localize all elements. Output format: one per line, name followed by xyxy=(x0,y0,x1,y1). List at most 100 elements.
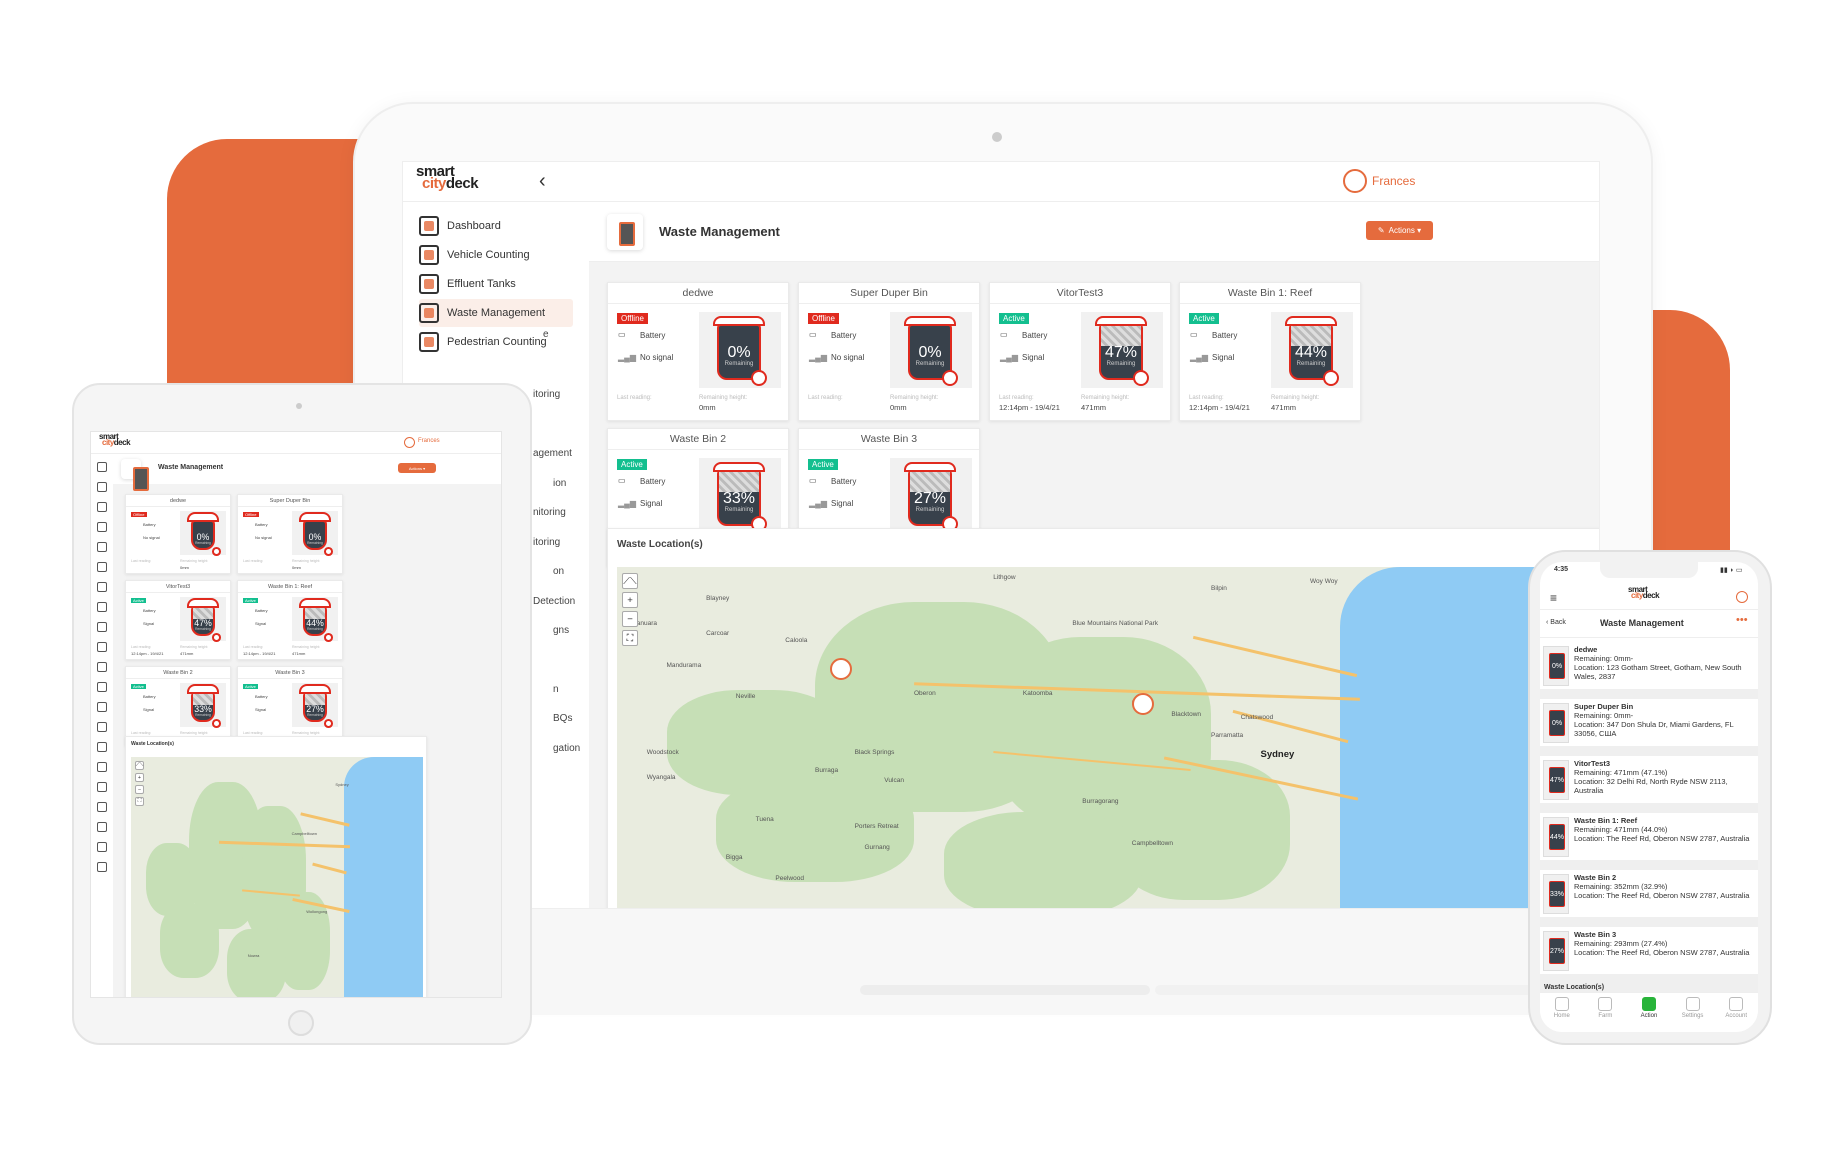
tablet-sidebar-icon[interactable] xyxy=(97,722,107,732)
sidebar-partial-label[interactable]: ion xyxy=(553,478,566,489)
collapse-sidebar-icon[interactable]: ‹ xyxy=(539,170,546,193)
more-icon[interactable]: ••• xyxy=(1736,614,1748,626)
phone-logo[interactable]: smart citydeck xyxy=(1628,586,1660,600)
tablet-sidebar-icon[interactable] xyxy=(97,462,107,472)
tablet-bin-card[interactable]: dedwe Offline Battery No signal 0% Remaining L… xyxy=(125,494,231,574)
bin-card[interactable]: Waste Bin 1: Reef Active ▭ Battery ▂▄▆ Signal… xyxy=(1179,282,1361,421)
tablet-map[interactable]: Sydney Campbelltown Wollongong Nowra ⟋⟍ + − ⛶ xyxy=(131,757,423,997)
tablet-sidebar-icon[interactable] xyxy=(97,782,107,792)
account-tab[interactable]: Account xyxy=(1714,993,1758,1032)
tablet-sidebar-icon[interactable] xyxy=(97,702,107,712)
bin-graphic: 27% Remaining xyxy=(904,462,958,532)
bin-card[interactable]: dedwe Offline ▭ Battery ▂▄▆ No signal 0% Remain… xyxy=(607,282,789,421)
tablet-bin-card[interactable]: Waste Bin 3 Active Battery Signal 27% Remaini… xyxy=(237,666,343,746)
sidebar-item-pedestrian-counting[interactable]: Pedestrian Counting xyxy=(419,328,573,356)
tablet-sidebar-icon[interactable] xyxy=(97,622,107,632)
action-tab[interactable]: Action xyxy=(1627,993,1671,1032)
sidebar-item-effluent-tanks[interactable]: Effluent Tanks xyxy=(419,270,573,298)
tablet-sidebar-icon[interactable] xyxy=(97,582,107,592)
sidebar-partial-label[interactable]: itoring xyxy=(533,537,560,548)
tablet-sidebar-icon[interactable] xyxy=(97,682,107,692)
tablet-bin-card[interactable]: VitorTest3 Active Battery Signal 47% Remainin… xyxy=(125,580,231,660)
tablet-sidebar-icon[interactable] xyxy=(97,642,107,652)
tablet-sidebar-icon[interactable] xyxy=(97,562,107,572)
people-icon xyxy=(419,332,439,352)
bin-card[interactable]: VitorTest3 Active ▭ Battery ▂▄▆ Signal 47% Rema… xyxy=(989,282,1171,421)
fullscreen-button[interactable]: ⛶ xyxy=(135,797,144,806)
tablet-sidebar-icon[interactable] xyxy=(97,742,107,752)
sidebar-partial-label[interactable]: nitoring xyxy=(533,507,566,518)
tablet-sidebar-icon[interactable] xyxy=(97,802,107,812)
sidebar-partial-label[interactable]: agement xyxy=(533,448,572,459)
tablet-sidebar-icon[interactable] xyxy=(97,842,107,852)
farm-tab[interactable]: Farm xyxy=(1584,993,1628,1032)
fullscreen-button[interactable]: ⛶ xyxy=(622,630,638,646)
car-icon xyxy=(419,245,439,265)
sidebar-partial-label[interactable]: Detection xyxy=(533,596,575,607)
bin-map-marker[interactable] xyxy=(829,658,852,680)
sidebar-partial-label[interactable]: n xyxy=(553,684,559,695)
tablet-logo[interactable]: smart citydeck xyxy=(99,433,131,447)
bin-remaining-label: Remaining xyxy=(724,506,754,513)
bin-card-title: Waste Bin 3 xyxy=(238,667,342,679)
tablet-user-icon[interactable] xyxy=(404,437,415,448)
tablet-sidebar-icon[interactable] xyxy=(97,482,107,492)
sidebar-partial-label[interactable]: on xyxy=(553,566,564,577)
tablet-sidebar-icon[interactable] xyxy=(97,602,107,612)
phone-bin-item[interactable]: 0% dedwe Remaining: 0mm- Location: 123 Goth… xyxy=(1540,642,1758,694)
phone-user-icon[interactable] xyxy=(1736,591,1748,603)
tablet-home-button[interactable] xyxy=(288,1010,314,1036)
phone-bin-item[interactable]: 0% Super Duper Bin Remaining: 0mm- Location… xyxy=(1540,699,1758,751)
sidebar-item-vehicle-counting[interactable]: Vehicle Counting xyxy=(419,241,573,269)
settings-tab[interactable]: Settings xyxy=(1671,993,1715,1032)
zoom-in-button[interactable]: + xyxy=(622,592,638,608)
phone-bin-item[interactable]: 47% VitorTest3 Remaining: 471mm (47.1%) Loc… xyxy=(1540,756,1758,808)
action-icon xyxy=(1641,997,1656,1011)
remaining-height-label: Remaining height: xyxy=(1271,395,1320,401)
waste-location-map[interactable]: Lithgow Bilpin Woy Woy Blayney Caloola Blue M… xyxy=(617,567,1599,908)
tablet-actions-button[interactable]: Actions ▾ xyxy=(398,463,436,473)
phone-bin-item[interactable]: 44% Waste Bin 1: Reef Remaining: 471mm (44… xyxy=(1540,813,1758,865)
user-avatar-icon[interactable] xyxy=(1343,169,1367,193)
user-name[interactable]: Frances xyxy=(1372,174,1415,188)
tablet-bin-card[interactable]: Waste Bin 1: Reef Active Battery Signal 44% R… xyxy=(237,580,343,660)
zoom-in-button[interactable]: + xyxy=(135,773,144,782)
sidebar-partial-label[interactable]: gns xyxy=(553,625,569,636)
bin-item-name: dedwe xyxy=(1574,645,1598,654)
tablet-sidebar-icon[interactable] xyxy=(97,662,107,672)
sidebar-partial-label[interactable]: BQs xyxy=(553,713,572,724)
tablet-sidebar-icon[interactable] xyxy=(97,762,107,772)
tablet-sidebar-icon[interactable] xyxy=(97,822,107,832)
tablet-sidebar-icon[interactable] xyxy=(97,502,107,512)
sidebar-item-dashboard[interactable]: Dashboard xyxy=(419,212,573,240)
sidebar-partial-label[interactable]: itoring xyxy=(533,389,560,400)
main-content: Waste Management ✎ Actions ▾ dedwe Offline… xyxy=(589,202,1599,908)
phone-bin-item[interactable]: 33% Waste Bin 2 Remaining: 352mm (32.9%) Lo… xyxy=(1540,870,1758,922)
tablet-user-name[interactable]: Frances xyxy=(418,438,440,444)
bin-card[interactable]: Super Duper Bin Offline ▭ Battery ▂▄▆ No sign… xyxy=(798,282,980,421)
tablet-sidebar-icon[interactable] xyxy=(97,862,107,872)
sidebar-item-waste-management[interactable]: Waste Management xyxy=(419,299,573,327)
phone-bin-item[interactable]: 27% Waste Bin 3 Remaining: 293mm (27.4%) Lo… xyxy=(1540,927,1758,979)
bin-item-text: VitorTest3 Remaining: 471mm (47.1%) Locati… xyxy=(1574,759,1756,795)
home-tab[interactable]: Home xyxy=(1540,993,1584,1032)
sidebar-partial-label[interactable]: gation xyxy=(553,743,580,754)
tablet-sidebar-icon[interactable] xyxy=(97,522,107,532)
app-logo[interactable]: smart citydeck xyxy=(416,164,479,191)
back-button[interactable]: ‹ Back xyxy=(1546,619,1566,626)
actions-button[interactable]: ✎ Actions ▾ xyxy=(1366,221,1433,240)
menu-icon[interactable]: ≡ xyxy=(1550,591,1557,605)
tablet-bin-card[interactable]: Waste Bin 2 Active Battery Signal 33% Remaini… xyxy=(125,666,231,746)
bin-graphic: 0% Remaining xyxy=(713,316,767,386)
bin-map-marker[interactable] xyxy=(1131,693,1154,715)
sidebar-partial-label[interactable]: e xyxy=(543,329,549,340)
last-reading-value: 12:14pm - 19/4/21 xyxy=(999,403,1060,412)
tilt-control[interactable]: ⟋⟍ xyxy=(622,573,638,589)
tablet-sidebar-icon[interactable] xyxy=(97,542,107,552)
tilt-control[interactable]: ⟋⟍ xyxy=(135,761,144,770)
zoom-out-button[interactable]: − xyxy=(135,785,144,794)
bin-thumbnail: 0% xyxy=(1543,703,1569,743)
zoom-out-button[interactable]: − xyxy=(622,611,638,627)
map-place-label: anuara xyxy=(636,619,658,627)
tablet-bin-card[interactable]: Super Duper Bin Offline Battery No signal 0%… xyxy=(237,494,343,574)
